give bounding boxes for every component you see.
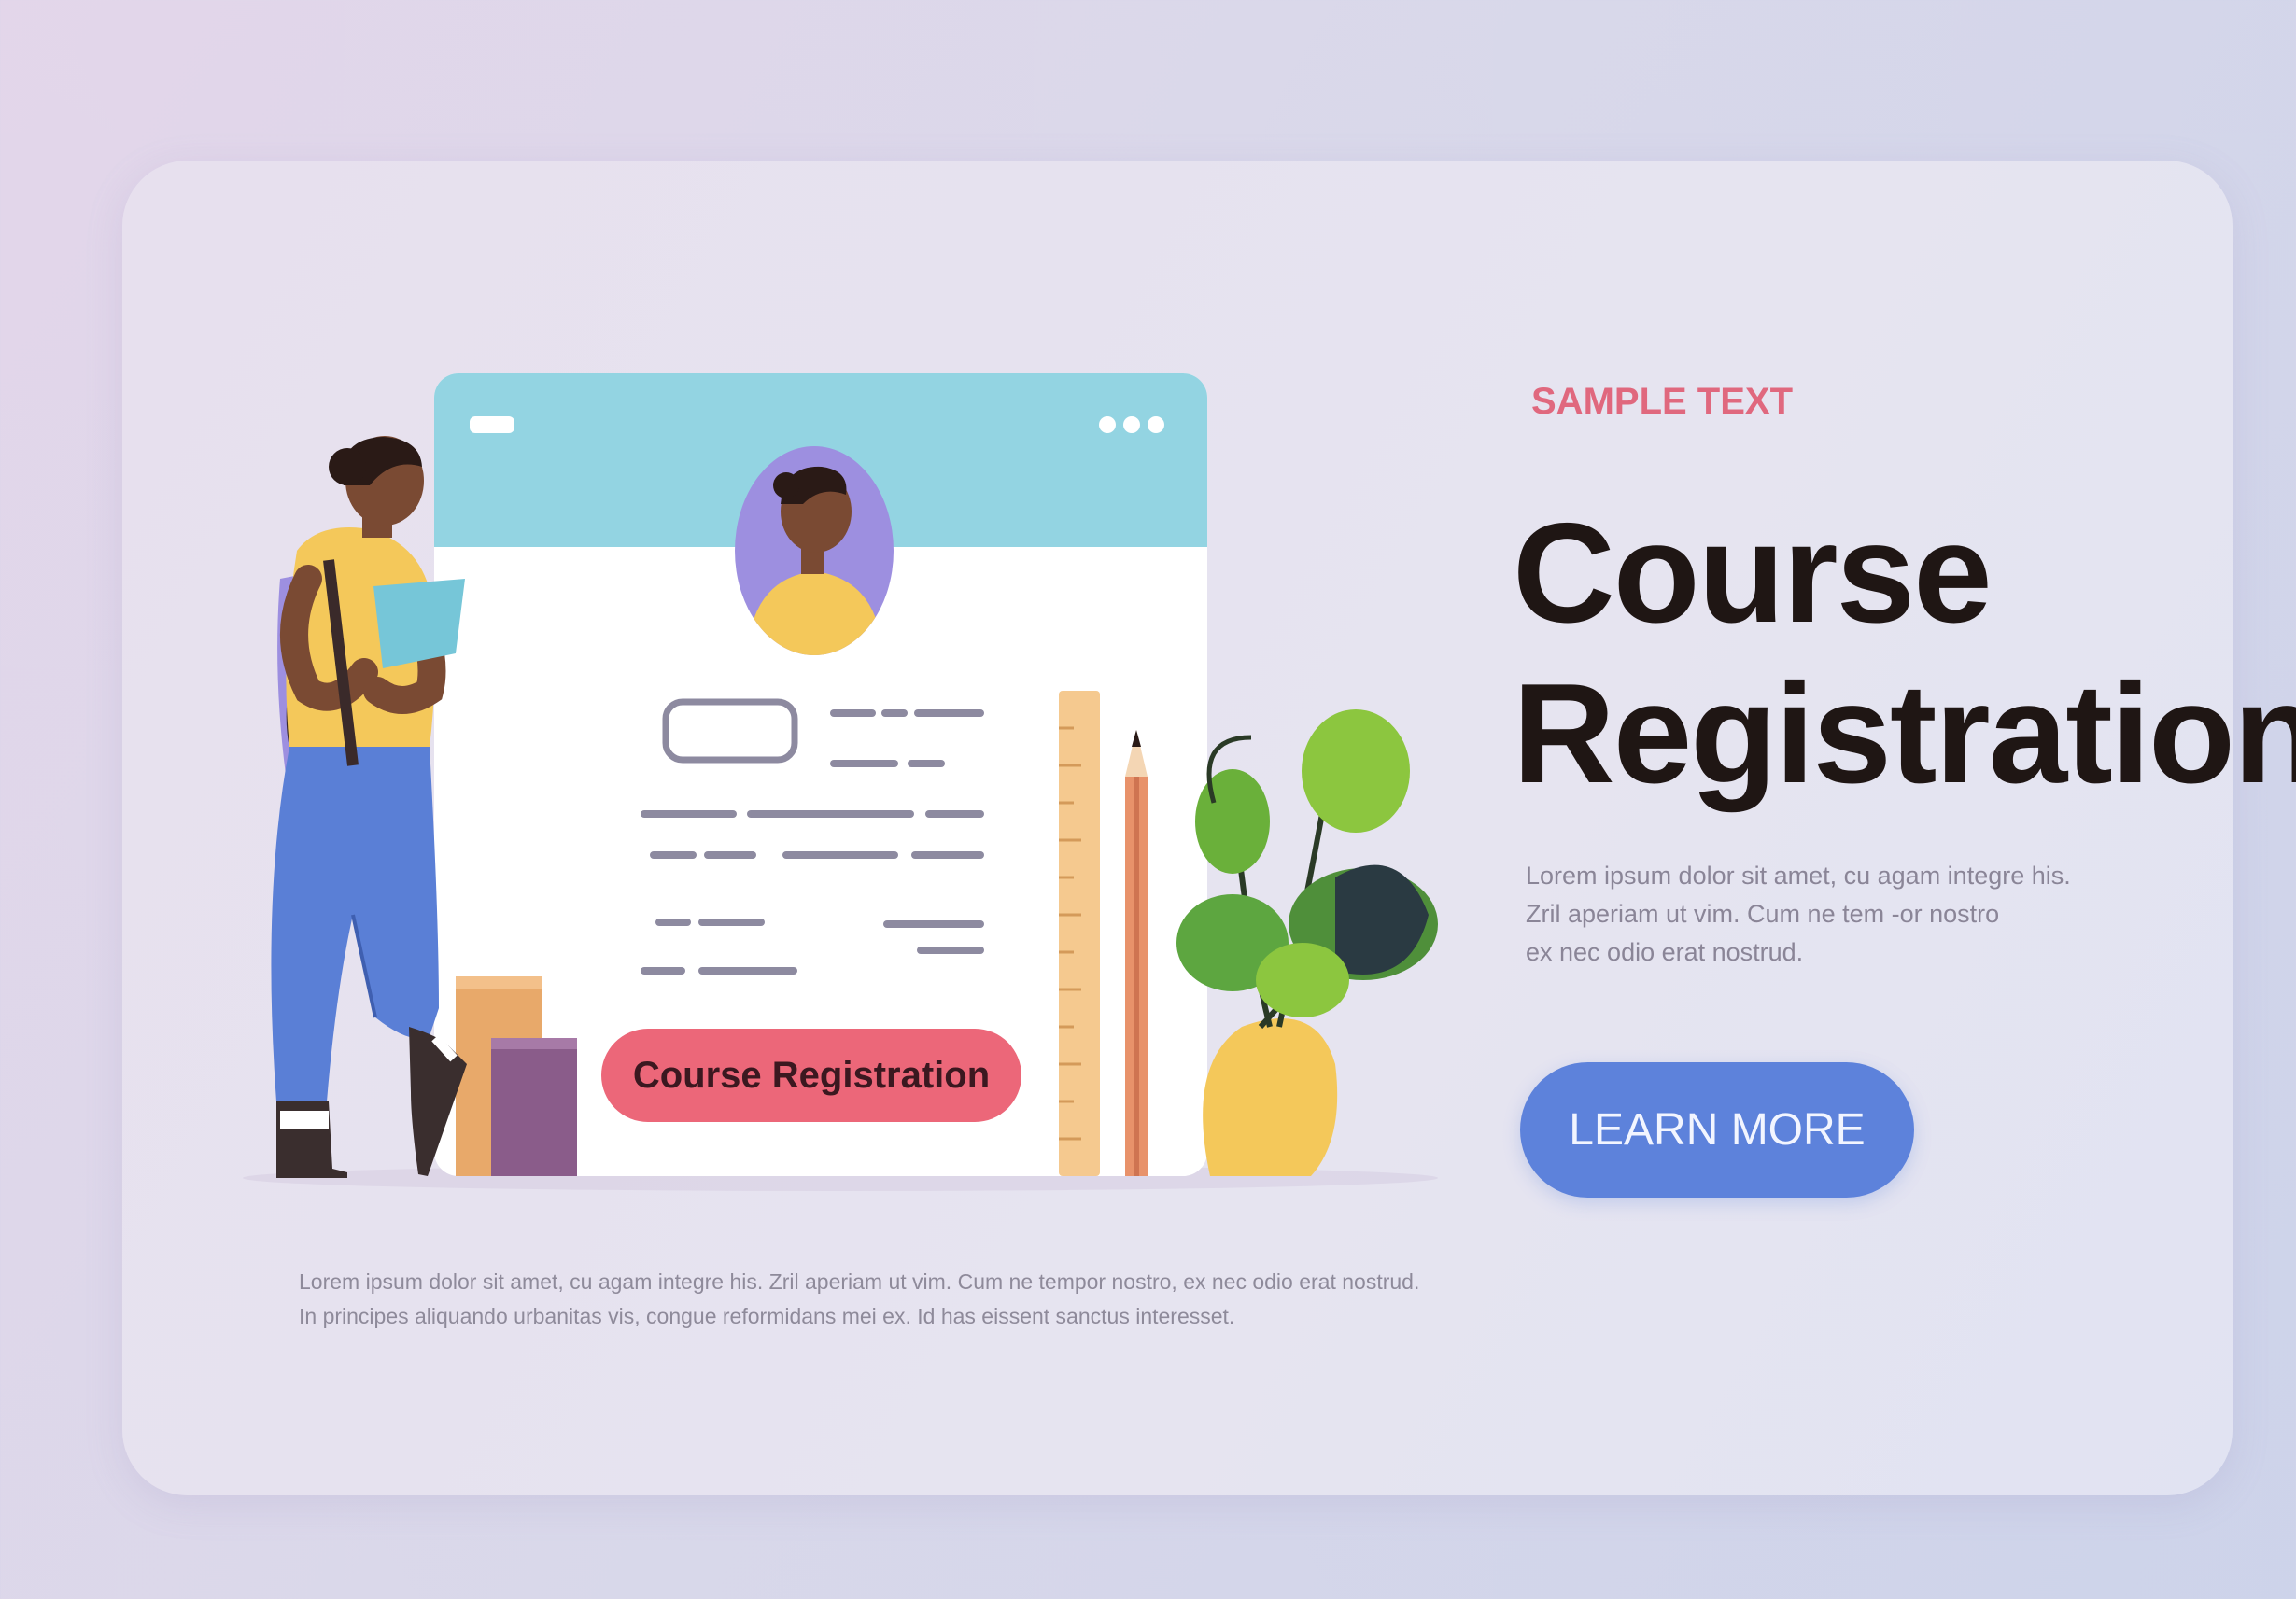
description-line-2: Zril aperiam ut vim. Cum ne tem -or nost…	[1526, 900, 2000, 928]
hero-description: Lorem ipsum dolor sit amet, cu agam inte…	[1526, 857, 2123, 972]
footer-line-1: Lorem ipsum dolor sit amet, cu agam inte…	[299, 1269, 1420, 1294]
description-line-3: ex nec odio erat nostrud.	[1526, 938, 1804, 966]
description-line-1: Lorem ipsum dolor sit amet, cu agam inte…	[1526, 862, 2071, 890]
plant-icon	[1176, 709, 1438, 1176]
title-line-1: Course	[1513, 494, 1993, 652]
learn-more-button[interactable]: LEARN MORE	[1520, 1062, 1914, 1198]
window-dots-icon	[1099, 416, 1164, 433]
footer-line-2: In principes aliquando urbanitas vis, co…	[299, 1304, 1235, 1328]
pencil-icon	[1125, 730, 1148, 1176]
ruler-icon	[1059, 691, 1100, 1176]
profile-avatar-icon	[735, 446, 894, 655]
title-line-2: Registration	[1513, 654, 2296, 813]
eyebrow-label: SAMPLE TEXT	[1531, 381, 1794, 422]
window-menu-icon	[470, 416, 514, 433]
page-title: Course Registration	[1513, 493, 2296, 814]
course-registration-button[interactable]: Course Registration	[601, 1029, 1021, 1122]
footer-description: Lorem ipsum dolor sit amet, cu agam inte…	[299, 1265, 1457, 1334]
